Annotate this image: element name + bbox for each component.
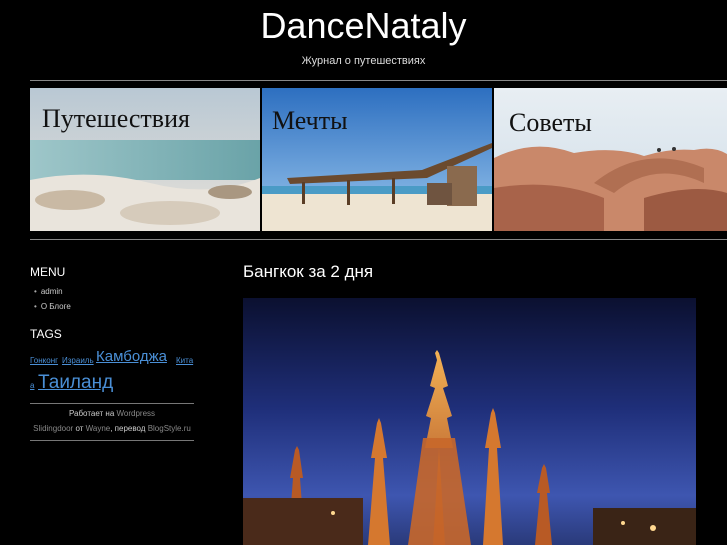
tag-link-cambodia[interactable]: Камбоджа [96,348,167,365]
sidebar-divider-top [30,403,194,404]
banner-tips[interactable]: Советы [494,88,727,231]
credits-translation: , перевод [110,424,146,433]
header-divider [30,80,727,81]
tag-link-china-cont[interactable]: а [30,381,34,390]
post-title[interactable]: Бангкок за 2 дня [243,262,373,282]
tag-link-israel[interactable]: Израиль [62,356,94,365]
translator-link[interactable]: BlogStyle.ru [148,424,191,433]
tag-link-thailand[interactable]: Таиланд [38,372,113,394]
post-image [243,298,696,545]
banner-tips-label: Советы [509,108,592,137]
banner-travel[interactable]: Путешествия [30,88,260,231]
tag-link-china[interactable]: Кита [176,356,193,365]
menu-item-admin[interactable]: admin [34,286,71,301]
menu-item-about[interactable]: О Блоге [34,301,71,316]
wordpress-link[interactable]: Wordpress [117,409,156,418]
sidebar-divider-bottom [30,440,194,441]
banner-divider [30,239,727,240]
site-title[interactable]: DanceNataly [0,4,727,48]
tags-heading: TAGS [30,327,62,341]
credits-theme: Slidingdoor от Wayne, перевод BlogStyle.… [30,424,194,433]
banner-dreams-label: Мечты [272,106,348,135]
author-link[interactable]: Wayne [86,424,111,433]
menu-heading: MENU [30,265,66,279]
banner-travel-label: Путешествия [42,104,190,133]
site-tagline: Журнал о путешествиях [301,55,426,67]
banner-dreams[interactable]: Мечты [262,88,492,231]
credits-from: от [75,424,84,433]
theme-link[interactable]: Slidingdoor [33,424,73,433]
credits-powered: Работает на Wordpress [30,409,194,418]
tag-link-hongkong[interactable]: Гонконг [30,356,58,365]
credits-powered-prefix: Работает на [68,409,115,418]
menu-list: admin О Блоге [34,286,71,316]
